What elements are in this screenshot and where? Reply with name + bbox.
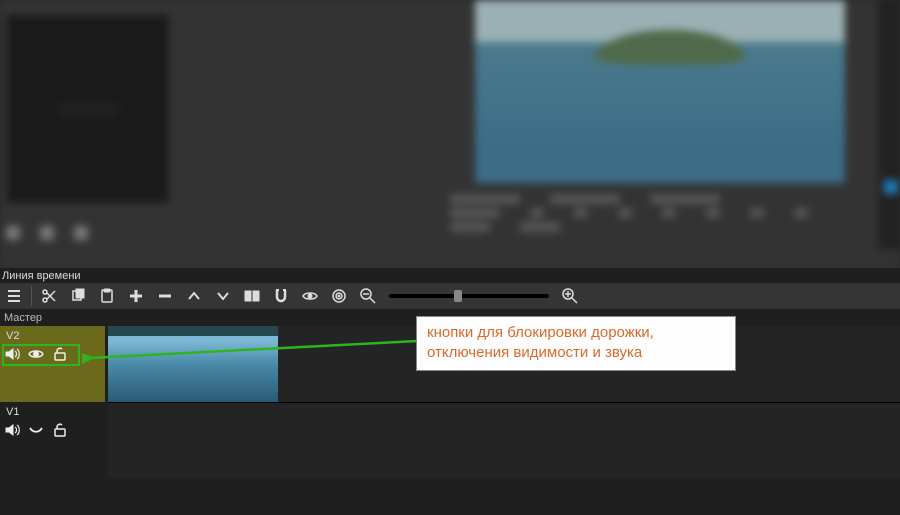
- zoom-slider[interactable]: [389, 294, 549, 298]
- plus-icon[interactable]: [128, 288, 144, 304]
- lock-icon[interactable]: [52, 346, 68, 362]
- annotation-tooltip: кнопки для блокировки дорожки, отключени…: [416, 316, 736, 371]
- minus-icon[interactable]: [157, 288, 173, 304]
- master-label: Мастер: [4, 312, 42, 324]
- chevron-up-icon[interactable]: [186, 288, 202, 304]
- track-label: V2: [6, 330, 19, 342]
- hide-icon[interactable]: [28, 422, 44, 438]
- lock-icon[interactable]: [52, 422, 68, 438]
- track-body-v1[interactable]: [108, 402, 900, 478]
- video-clip[interactable]: [108, 326, 278, 402]
- mute-icon[interactable]: [4, 422, 20, 438]
- eye-icon[interactable]: [302, 288, 318, 304]
- scissors-icon[interactable]: [41, 288, 57, 304]
- track-header-v2[interactable]: V2: [0, 326, 105, 402]
- zoom-out-icon[interactable]: [360, 288, 376, 304]
- zoom-in-icon[interactable]: [562, 288, 578, 304]
- mute-icon[interactable]: [4, 346, 20, 362]
- app-root: ░░░░░░░ Линия времени: [0, 0, 900, 515]
- track-header-v1[interactable]: V1: [0, 402, 105, 478]
- track-label: V1: [6, 406, 19, 418]
- split-view-icon[interactable]: [244, 288, 260, 304]
- magnet-icon[interactable]: [273, 288, 289, 304]
- target-icon[interactable]: [331, 288, 347, 304]
- effects-panel: ░░░░░░░: [6, 14, 170, 204]
- track-controls: [4, 422, 68, 438]
- zoom-slider-thumb[interactable]: [454, 290, 462, 302]
- menu-icon[interactable]: [6, 288, 22, 304]
- track-row-v1: V1: [0, 402, 900, 478]
- timeline-title: Линия времени: [2, 270, 81, 282]
- copy-icon[interactable]: [70, 288, 86, 304]
- visibility-icon[interactable]: [28, 346, 44, 362]
- preview-monitor: [475, 0, 845, 183]
- paste-icon[interactable]: [99, 288, 115, 304]
- timeline-panel: Линия времени Мастер V2: [0, 268, 900, 515]
- track-controls: [4, 346, 68, 362]
- blurred-upper-panels: ░░░░░░░: [0, 0, 900, 270]
- chevron-down-icon[interactable]: [215, 288, 231, 304]
- timeline-toolbar: [0, 283, 900, 309]
